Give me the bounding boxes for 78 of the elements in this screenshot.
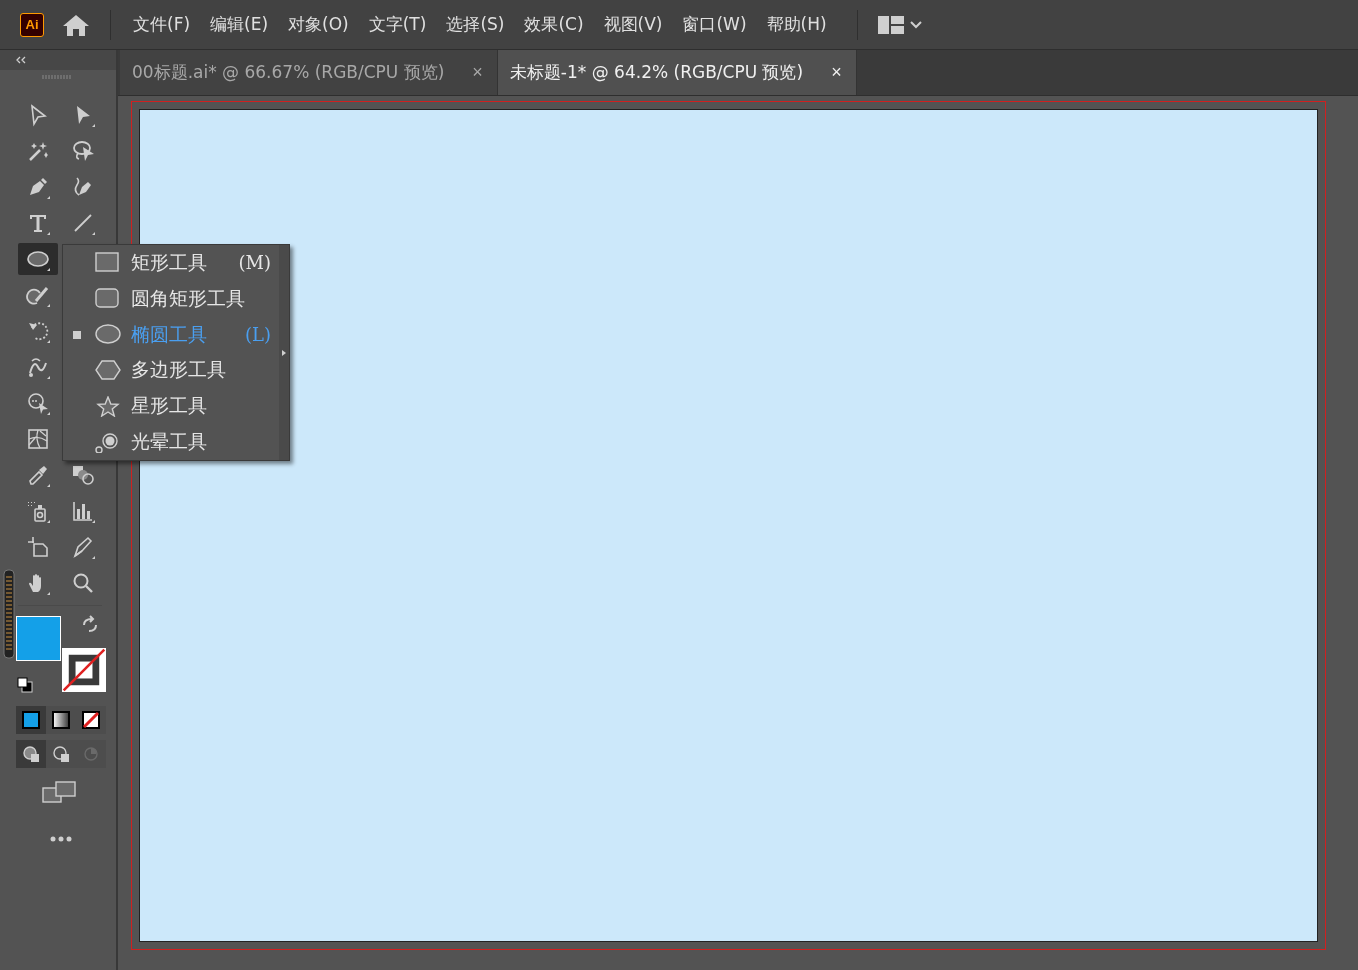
shortcut-label: (M) bbox=[238, 252, 271, 274]
menu-item[interactable]: 视图(V) bbox=[593, 13, 673, 36]
flyout-menu-item[interactable]: 多边形工具 bbox=[63, 352, 279, 389]
document-tab[interactable]: 00标题.ai* @ 66.67% (RGB/CPU 预览) × bbox=[120, 50, 498, 95]
home-button[interactable] bbox=[62, 12, 90, 37]
mode-button[interactable] bbox=[46, 706, 76, 734]
menu-item[interactable]: 帮助(H) bbox=[756, 13, 837, 36]
flyout-menu-item[interactable]: 矩形工具 (M) bbox=[63, 245, 279, 281]
rotate-icon bbox=[26, 319, 50, 343]
overlapping-shapes-icon bbox=[71, 463, 95, 487]
squiggle-pins-icon bbox=[26, 355, 50, 379]
screen-mode-button[interactable] bbox=[42, 780, 76, 804]
menu-item[interactable]: 效果(C) bbox=[514, 13, 594, 36]
flyout-menu-item[interactable]: 圆角矩形工具 bbox=[63, 280, 279, 317]
document-tab[interactable]: 未标题-1* @ 64.2% (RGB/CPU 预览) × bbox=[497, 50, 857, 95]
panels-layout-icon bbox=[877, 15, 904, 34]
close-button[interactable]: × bbox=[468, 62, 487, 83]
artboard-icon bbox=[26, 535, 50, 559]
tab-title: 00标题.ai* @ 66.67% (RGB/CPU 预览) bbox=[132, 61, 445, 84]
tear-off-arrow-icon bbox=[282, 349, 286, 356]
draw-behind-icon bbox=[52, 745, 70, 763]
star-icon bbox=[95, 395, 121, 417]
collapse-icon bbox=[16, 56, 26, 64]
lasso-icon bbox=[71, 139, 95, 163]
knife-blade-icon bbox=[71, 535, 95, 559]
chevron-down-icon bbox=[909, 20, 922, 29]
draw-inside-icon bbox=[82, 745, 100, 763]
more-tools-button[interactable] bbox=[50, 836, 72, 842]
solid-fill-icon bbox=[22, 711, 40, 729]
no-stroke-icon bbox=[62, 648, 106, 692]
mode-button[interactable] bbox=[16, 706, 46, 734]
default-colors-icon bbox=[17, 677, 33, 693]
tool-button[interactable] bbox=[18, 243, 58, 275]
bar-chart-icon bbox=[71, 499, 95, 523]
menu-item[interactable]: 编辑(E) bbox=[200, 13, 279, 36]
workspace-button[interactable] bbox=[877, 15, 922, 34]
flare-icon bbox=[95, 431, 121, 453]
stroke-swatch[interactable] bbox=[62, 648, 106, 692]
mesh-grid-icon bbox=[26, 427, 50, 451]
draw-normal-icon bbox=[22, 745, 40, 763]
hexagon-icon bbox=[95, 359, 121, 381]
magnifier-icon bbox=[71, 571, 95, 595]
menu-item-label: 多边形工具 bbox=[131, 357, 226, 383]
gradient-icon bbox=[52, 711, 70, 729]
menu-item-label: 光晕工具 bbox=[131, 429, 207, 455]
ellipse-icon bbox=[95, 324, 121, 346]
app-logo[interactable]: Ai bbox=[20, 12, 44, 37]
zoom-slider-icon bbox=[3, 569, 15, 659]
menu-item[interactable]: 选择(S) bbox=[436, 13, 515, 36]
eyedropper-icon bbox=[26, 463, 50, 487]
mode-button[interactable] bbox=[76, 706, 106, 734]
ellipsis-icon bbox=[50, 836, 72, 842]
grip-handle-icon bbox=[42, 74, 72, 80]
menu-item-label: 椭圆工具 bbox=[131, 321, 207, 347]
mode-button[interactable] bbox=[16, 740, 46, 768]
home-icon bbox=[62, 12, 90, 37]
swap-arrows-icon bbox=[80, 615, 100, 635]
menu-item[interactable]: 对象(O) bbox=[278, 13, 359, 36]
menu-item-label: 矩形工具 bbox=[131, 249, 207, 275]
menu-item-label: 星形工具 bbox=[131, 393, 207, 419]
no-fill-icon bbox=[82, 711, 100, 729]
selected-bullet-icon bbox=[73, 330, 81, 339]
flyout-menu-item[interactable]: 光晕工具 bbox=[63, 424, 279, 460]
hand-icon bbox=[26, 571, 50, 595]
shortcut-label: (L) bbox=[245, 324, 271, 346]
rectangle-icon bbox=[95, 252, 121, 274]
menu-item-label: 圆角矩形工具 bbox=[131, 285, 245, 311]
tab-title: 未标题-1* @ 64.2% (RGB/CPU 预览) bbox=[509, 61, 804, 84]
close-button[interactable]: × bbox=[827, 62, 846, 83]
flyout-menu-item[interactable]: 星形工具 bbox=[63, 388, 279, 425]
shape-builder-icon bbox=[26, 391, 50, 415]
spray-can-icon bbox=[26, 499, 50, 523]
menu-item[interactable]: 文件(F) bbox=[123, 13, 201, 36]
menu-item[interactable]: 窗口(W) bbox=[672, 13, 757, 36]
fill-swatch[interactable] bbox=[16, 616, 61, 661]
screen-mode-icon bbox=[42, 780, 76, 804]
menu-item[interactable]: 文字(T) bbox=[358, 13, 437, 36]
rounded-rectangle-icon bbox=[95, 288, 121, 310]
